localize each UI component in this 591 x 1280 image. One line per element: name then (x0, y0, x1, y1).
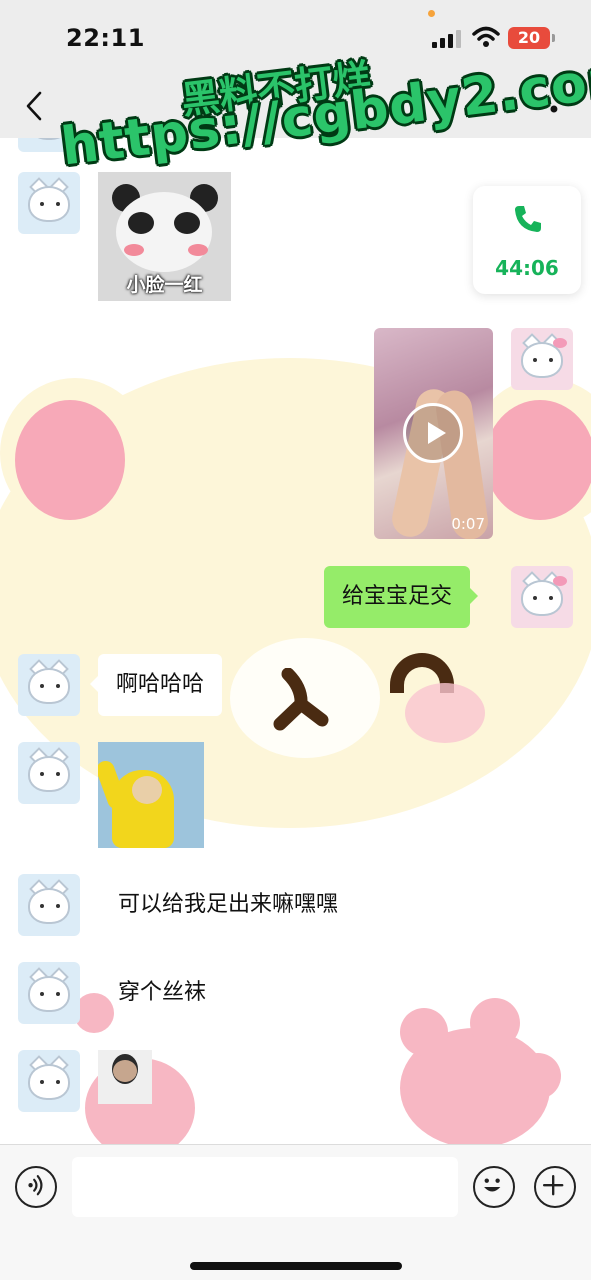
avatar[interactable] (18, 172, 80, 234)
call-duration: 44:06 (495, 256, 559, 280)
avatar[interactable] (18, 1050, 80, 1112)
avatar[interactable] (511, 566, 573, 628)
wallpaper-paw-toe (74, 993, 114, 1033)
wifi-icon (472, 26, 500, 47)
battery-icon: 20 (508, 27, 555, 49)
plus-icon[interactable] (534, 1166, 576, 1208)
voice-icon[interactable] (15, 1166, 57, 1208)
video-duration: 0:07 (451, 515, 485, 533)
status-time: 22:11 (66, 24, 145, 52)
wallpaper-paw-toe (470, 998, 520, 1048)
received-message-text[interactable]: 穿个丝袜 (118, 978, 206, 1008)
play-icon[interactable] (403, 403, 463, 463)
phone-icon (515, 206, 541, 232)
panda-sticker[interactable]: 小脸一红 (98, 172, 231, 301)
sticker-caption: 小脸一红 (126, 274, 203, 296)
avatar[interactable] (18, 742, 80, 804)
avatar[interactable] (511, 328, 573, 390)
message-input[interactable] (72, 1157, 458, 1217)
wallpaper-paw-toe (400, 1008, 448, 1056)
privacy-indicator (428, 10, 435, 17)
avatar[interactable] (18, 962, 80, 1024)
meme-sticker[interactable] (98, 1050, 152, 1104)
emoji-icon[interactable] (473, 1166, 515, 1208)
input-bar (0, 1144, 591, 1280)
video-message[interactable]: 0:07 (374, 328, 493, 539)
received-message-bubble[interactable]: 啊哈哈哈 (89, 654, 223, 716)
chat-area[interactable]: 小脸一红 44:06 0:07 给宝宝足交 啊哈哈哈 可以给我足出来嘛嘿嘿 穿个… (0, 138, 591, 1144)
wallpaper-bear-nose (273, 668, 329, 731)
wallpaper-bear-ear-inner-left (15, 400, 125, 520)
received-message-text[interactable]: 可以给我足出来嘛嘿嘿 (118, 890, 338, 920)
teletubby-sticker[interactable] (98, 742, 204, 848)
cellular-signal-icon (432, 30, 462, 48)
wallpaper-bear-ear-inner-right (485, 400, 591, 520)
chevron-left-icon[interactable] (22, 90, 46, 122)
avatar[interactable] (18, 654, 80, 716)
wallpaper-paw-toe (515, 1053, 561, 1099)
wallpaper-bear-cheek (405, 683, 485, 743)
sent-message-bubble[interactable]: 给宝宝足交 (324, 566, 479, 628)
avatar[interactable] (18, 874, 80, 936)
call-duration-card[interactable]: 44:06 (473, 186, 581, 294)
home-indicator[interactable] (190, 1262, 402, 1270)
